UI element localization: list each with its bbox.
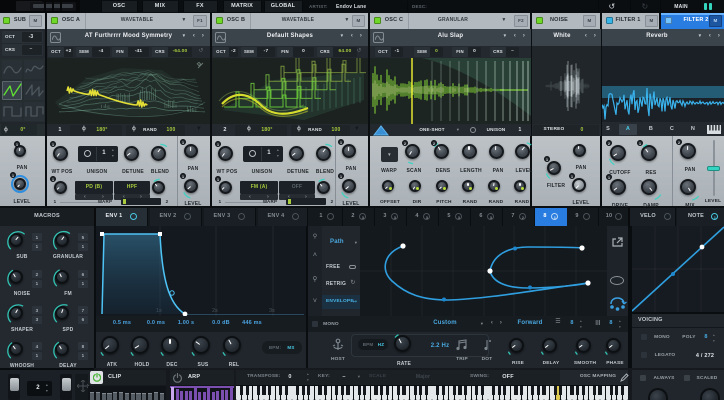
svg-text:2s: 2s [212,308,218,314]
svg-text:3s: 3s [269,308,275,314]
